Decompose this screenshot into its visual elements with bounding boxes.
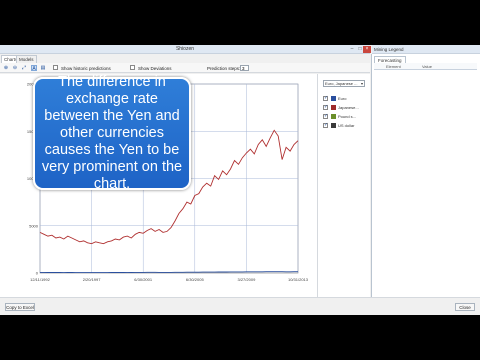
col-element: Element (386, 64, 401, 69)
legend-panel: Euro, Japanese ... ▾ Euro Japanese... Po… (318, 74, 370, 297)
zoom-out-icon[interactable]: ⊖ (12, 65, 18, 71)
chart-type-icon[interactable]: ▤ (40, 65, 46, 71)
legend-swatch (331, 123, 336, 128)
minimize-icon[interactable]: – (348, 46, 356, 52)
legend-item-yen[interactable]: Japanese... (323, 104, 369, 111)
fit-icon[interactable]: ⤢ (21, 65, 27, 71)
x-tick-label: 2/20/1997 (83, 277, 102, 282)
legend-checkbox[interactable] (323, 95, 328, 101)
legend-label: US dollar (338, 123, 355, 128)
legend-checkbox[interactable] (323, 113, 328, 119)
prediction-steps-input[interactable]: 3 (240, 65, 249, 71)
show-deviations-checkbox[interactable] (130, 65, 135, 70)
prediction-steps-label: Prediction steps: (207, 66, 241, 71)
bottom-bar: Copy to Excel Close (0, 297, 480, 315)
x-tick-label: 10/31/2013 (288, 277, 309, 282)
close-button[interactable]: Close (455, 303, 475, 311)
title-bar: Shiozen – □ × (0, 45, 371, 54)
legend-label: Japanese... (338, 105, 359, 110)
tab-models[interactable]: Models (16, 55, 37, 63)
legend-item-euro[interactable]: Euro (323, 95, 369, 102)
legend-label: Euro (338, 96, 347, 101)
view-tabs: Charts Models (0, 55, 370, 63)
mining-legend-columns: Element Value (374, 63, 477, 70)
show-historic-checkbox[interactable] (53, 65, 58, 70)
x-tick-label: 6/30/2001 (134, 277, 153, 282)
chart-toolbar: ⊕ ⊖ ⤢ A ▤ Show historic predictions Show… (0, 63, 370, 73)
x-tick-label: 3/27/2009 (238, 277, 257, 282)
legend-checkbox[interactable] (323, 104, 328, 110)
currency-select[interactable]: Euro, Japanese ... ▾ (323, 80, 365, 87)
copy-to-excel-button[interactable]: Copy to Excel (5, 303, 35, 311)
col-value: Value (422, 64, 432, 69)
show-deviations-label: Show Deviations (138, 66, 172, 71)
y-tick-label: 0 (36, 271, 39, 276)
callout-text: The difference in exchange rate between … (41, 74, 183, 192)
legend-swatch (331, 96, 336, 101)
legend-label: Pound s... (338, 114, 357, 119)
mining-legend-title: Mining Legend (372, 45, 480, 54)
tutorial-callout: The difference in exchange rate between … (33, 74, 191, 192)
close-icon[interactable]: × (363, 46, 371, 53)
chevron-down-icon: ▾ (360, 81, 363, 86)
legend-item-usd[interactable]: US dollar (323, 122, 369, 129)
y-tick-label: 5000 (29, 223, 39, 228)
auto-scale-icon[interactable]: A (31, 65, 37, 72)
x-tick-label: 6/30/2005 (186, 277, 205, 282)
legend-swatch (331, 105, 336, 110)
window-title: Shiozen (175, 46, 195, 52)
mining-legend-panel: Mining Legend Forecasting Element Value (371, 45, 480, 297)
legend-item-pound[interactable]: Pound s... (323, 113, 369, 120)
currency-select-value: Euro, Japanese ... (325, 81, 358, 86)
show-historic-label: Show historic predictions (61, 66, 111, 71)
legend-checkbox[interactable] (323, 122, 328, 128)
x-tick-label: 12/11/1992 (30, 277, 50, 282)
legend-swatch (331, 114, 336, 119)
zoom-in-icon[interactable]: ⊕ (3, 65, 9, 71)
